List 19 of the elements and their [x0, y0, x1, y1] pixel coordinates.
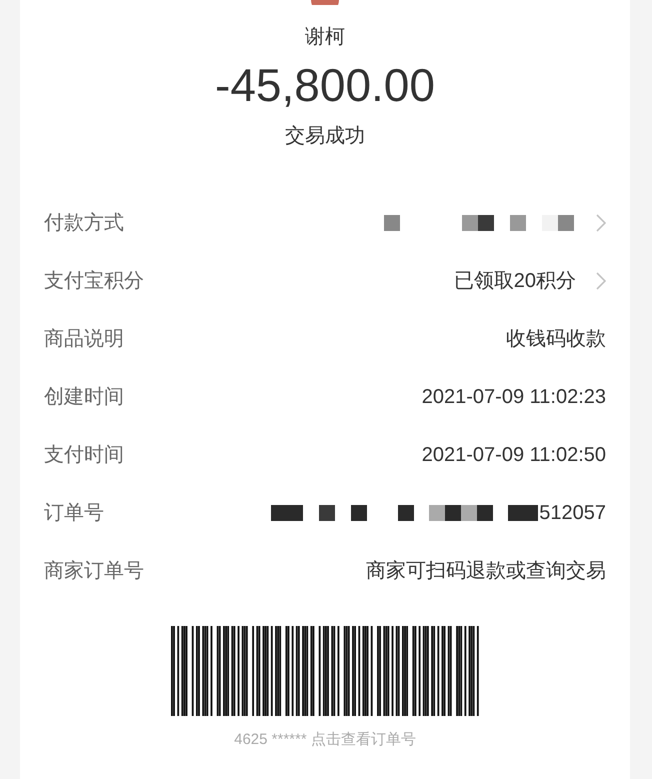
row-value: 512057	[539, 501, 606, 526]
row-label: 创建时间	[44, 385, 124, 410]
row-label: 商品说明	[44, 327, 124, 352]
row-value: 商家可扫码退款或查询交易	[366, 559, 606, 584]
payee-name: 谢柯	[305, 25, 345, 50]
status-text: 交易成功	[285, 124, 365, 149]
chevron-right-icon	[596, 214, 606, 232]
row-label: 商家订单号	[44, 559, 144, 584]
row-label: 支付宝积分	[44, 269, 144, 294]
barcode-caption[interactable]: 4625 ****** 点击查看订单号	[234, 730, 416, 750]
row-value: 收钱码收款	[506, 327, 606, 352]
row-label: 订单号	[44, 501, 104, 526]
row-label: 支付时间	[44, 443, 124, 468]
row-value: 2021-07-09 11:02:23	[422, 385, 606, 410]
row-label: 付款方式	[44, 211, 124, 236]
chevron-right-icon	[596, 272, 606, 290]
row-value: 2021-07-09 11:02:50	[422, 443, 606, 468]
row-value: 已领取20积分	[454, 269, 576, 294]
amount: -45,800.00	[215, 59, 435, 111]
